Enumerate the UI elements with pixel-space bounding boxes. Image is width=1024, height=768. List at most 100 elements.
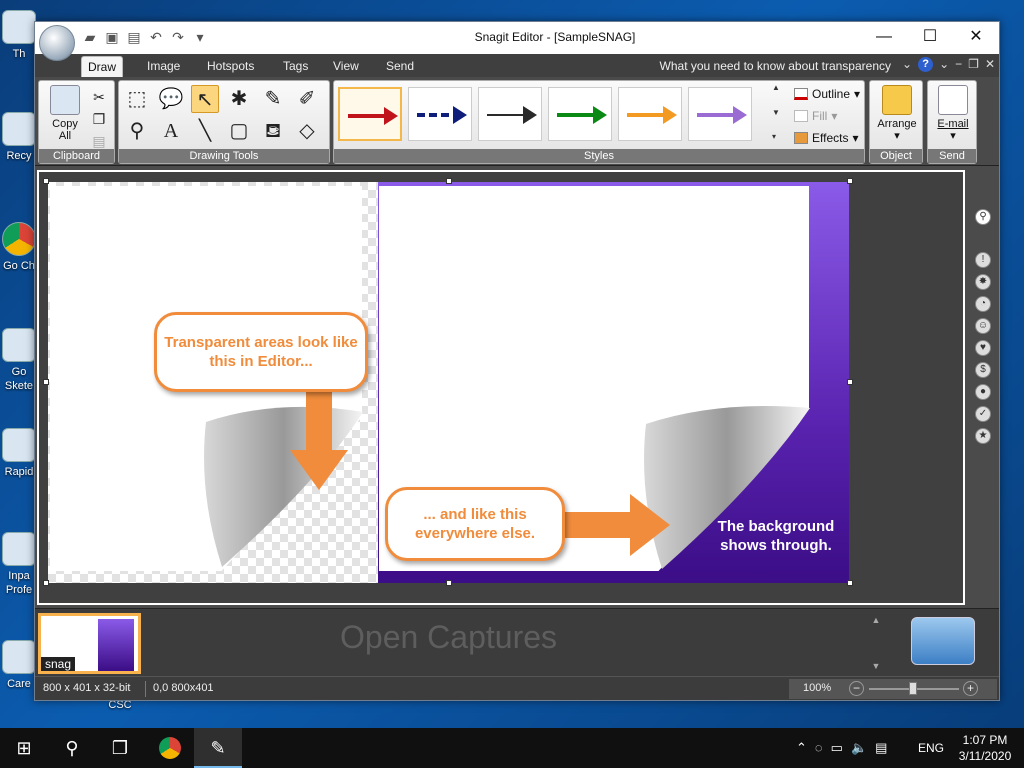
callout-transparent-areas[interactable]: Transparent areas look like this in Edit… <box>154 312 368 392</box>
ribbon-options-chevron[interactable]: ⌄ <box>939 57 949 72</box>
task-view-icon[interactable]: ❐ <box>96 728 144 768</box>
desktop-icon-google-chrome[interactable]: Go Ch <box>0 222 38 273</box>
dollar-icon[interactable]: $ <box>975 362 991 378</box>
search-icon[interactable]: ⚲ <box>48 728 96 768</box>
zoom-icon[interactable]: ⚲ <box>123 117 151 145</box>
zoom-in-button[interactable]: + <box>963 681 978 696</box>
sync-icon[interactable]: ◌ <box>815 740 823 756</box>
callout-icon[interactable]: 💬 <box>157 85 185 113</box>
smiley-icon[interactable]: ☺ <box>975 318 991 334</box>
desktop-icon-this-pc[interactable]: Th <box>0 10 38 61</box>
snagit-taskbar-icon[interactable]: ✎ <box>194 728 242 768</box>
chrome-taskbar-icon[interactable] <box>146 728 194 768</box>
fill-button[interactable]: Fill ▾ <box>794 109 837 123</box>
language-indicator[interactable]: ENG <box>918 741 944 755</box>
arrange-button[interactable]: Arrange ▾ <box>874 85 920 142</box>
pen-icon[interactable]: ✎ <box>259 85 287 113</box>
selection-icon[interactable]: ⬚ <box>123 85 151 113</box>
application-button[interactable] <box>39 25 75 61</box>
style-arrow-3[interactable] <box>478 87 542 141</box>
zoom-control: 100% − + <box>789 679 997 699</box>
stamp-category-1-icon[interactable]: ! <box>975 252 991 268</box>
style-arrow-5[interactable] <box>618 87 682 141</box>
zoom-out-button[interactable]: − <box>849 681 864 696</box>
minimize-button[interactable]: — <box>861 22 907 52</box>
resize-handle-l[interactable] <box>43 379 49 385</box>
chevron-up-icon[interactable]: ⌃ <box>796 740 807 756</box>
doc-minimize-button[interactable]: − <box>955 57 962 72</box>
system-tray: ⌃ ◌ ▭ 🔈 ▤ <box>796 740 887 756</box>
tab-image[interactable]: Image <box>141 56 186 77</box>
style-arrow-2[interactable] <box>408 87 472 141</box>
shape-icon[interactable]: ▢ <box>225 117 253 145</box>
resize-handle-r[interactable] <box>847 379 853 385</box>
group-label-styles: Styles <box>334 149 864 163</box>
tab-hotspots[interactable]: Hotspots <box>201 56 260 77</box>
desktop-icon-inpaint[interactable]: Inpa Profe <box>0 532 38 597</box>
style-arrow-6[interactable] <box>688 87 752 141</box>
eraser-icon[interactable]: ◇ <box>293 117 321 145</box>
resize-handle-t[interactable] <box>446 178 452 184</box>
volume-icon[interactable]: 🔈 <box>851 740 867 756</box>
pin-icon[interactable]: ● <box>975 384 991 400</box>
resize-handle-br[interactable] <box>847 580 853 586</box>
capture-thumbnail[interactable]: snag <box>38 613 141 674</box>
start-button[interactable]: ⊞ <box>0 728 48 768</box>
zoom-slider-thumb[interactable] <box>909 682 917 695</box>
tray-up-icon[interactable]: ▲ <box>869 615 883 625</box>
gallery-scroll: ▲ ▼ ▾ <box>772 83 784 141</box>
email-button[interactable]: E-mail ▾ <box>931 85 975 142</box>
tray-down-icon[interactable]: ▼ <box>869 661 883 671</box>
copy-all-button[interactable]: Copy All <box>45 85 85 142</box>
network-icon[interactable]: ▭ <box>831 740 843 756</box>
resize-handle-b[interactable] <box>446 580 452 586</box>
resize-handle-tl[interactable] <box>43 178 49 184</box>
line-icon[interactable]: ╲ <box>191 117 219 145</box>
desktop-icon-sketchup[interactable]: Go Skete <box>0 328 38 393</box>
heart-icon[interactable]: ♥ <box>975 340 991 356</box>
stamp-category-3-icon[interactable]: ◔ <box>975 296 991 312</box>
canvas[interactable]: Transparent areas look like this in Edit… <box>37 170 965 605</box>
desktop-icon-rapid[interactable]: Rapid <box>0 428 38 479</box>
title-bar: ▰ ▣ ▤ ↶ ↷ ▾ Snagit Editor - [SampleSNAG]… <box>35 22 999 54</box>
close-button[interactable]: ✕ <box>953 22 999 52</box>
search-icon[interactable]: ⚲ <box>975 209 991 225</box>
resize-handle-bl[interactable] <box>43 580 49 586</box>
outline-button[interactable]: Outline ▾ <box>794 87 860 101</box>
status-bar: 800 x 401 x 32-bit 0,0 800x401 100% − + <box>35 676 999 700</box>
callout-everywhere-else[interactable]: ... and like this everywhere else. <box>385 487 565 561</box>
stamp-category-2-icon[interactable]: ✸ <box>975 274 991 290</box>
highlighter-icon[interactable]: ✐ <box>293 85 321 113</box>
maximize-button[interactable]: ☐ <box>907 22 953 52</box>
effects-button[interactable]: Effects ▾ <box>794 131 859 145</box>
tab-send[interactable]: Send <box>380 56 420 77</box>
doc-close-button[interactable]: ✕ <box>985 57 995 72</box>
thumbnail-preview <box>98 619 134 671</box>
gallery-more-icon[interactable]: ▾ <box>772 132 784 141</box>
clock[interactable]: 1:07 PM 3/11/2020 <box>952 732 1018 764</box>
gallery-down-icon[interactable]: ▼ <box>772 108 784 117</box>
style-arrow-1[interactable] <box>338 87 402 141</box>
transparency-help-link[interactable]: What you need to know about transparency <box>660 59 891 73</box>
capture-image[interactable]: Transparent areas look like this in Edit… <box>48 182 849 583</box>
resize-handle-tr[interactable] <box>847 178 853 184</box>
desktop-icon-recycle-bin[interactable]: Recy <box>0 112 38 163</box>
tab-tags[interactable]: Tags <box>277 56 314 77</box>
tab-draw[interactable]: Draw <box>81 56 124 77</box>
notifications-icon[interactable]: ▤ <box>875 740 887 756</box>
fill-icon[interactable]: ⛾ <box>259 117 287 145</box>
gallery-up-icon[interactable]: ▲ <box>772 83 784 92</box>
desktop-icon-care[interactable]: Care <box>0 640 38 691</box>
open-captures-tray: snag Open Captures ▲ ▼ <box>35 608 999 676</box>
text-icon[interactable]: A <box>157 117 185 145</box>
stamp-icon[interactable]: ✱ <box>225 85 253 113</box>
help-icon[interactable]: ? <box>918 57 934 72</box>
doc-restore-button[interactable]: ❐ <box>968 57 979 72</box>
tab-view[interactable]: View <box>327 56 365 77</box>
library-folder-icon[interactable] <box>911 617 975 665</box>
style-arrow-4[interactable] <box>548 87 612 141</box>
star-icon[interactable]: ★ <box>975 428 991 444</box>
help-chevron[interactable]: ⌄ <box>902 57 912 72</box>
check-icon[interactable]: ✓ <box>975 406 991 422</box>
arrow-icon[interactable]: ↖ <box>191 85 219 113</box>
